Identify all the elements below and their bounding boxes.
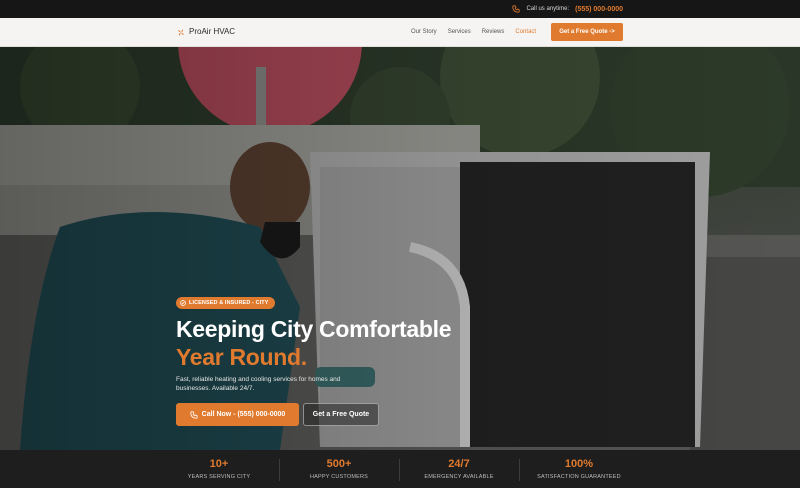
brand-logo[interactable]: ProAir HVAC bbox=[177, 27, 235, 36]
nav-item-reviews[interactable]: Reviews bbox=[482, 29, 505, 35]
nav-item-our-story[interactable]: Our Story bbox=[411, 29, 437, 35]
stat-value: 500+ bbox=[326, 458, 352, 470]
brand-name: ProAir HVAC bbox=[189, 27, 236, 36]
stat-customers: 500+ HAPPY CUSTOMERS bbox=[279, 450, 399, 488]
nav-menu: Our Story Services Reviews Contact bbox=[411, 29, 536, 35]
hero-subtitle: Fast, reliable heating and cooling servi… bbox=[176, 376, 341, 392]
stat-satisfaction: 100% SATISFACTION GUARANTEED bbox=[519, 450, 639, 488]
stats-bar: 10+ YEARS SERVING CITY 500+ HAPPY CUSTOM… bbox=[0, 450, 800, 488]
phone-icon bbox=[512, 5, 521, 13]
stat-label: HAPPY CUSTOMERS bbox=[309, 474, 369, 480]
topbar-phone-link[interactable]: (555) 000-0000 bbox=[575, 6, 623, 13]
hero-section: LICENSED & INSURED - CITY Keeping City C… bbox=[0, 47, 800, 450]
hero-title: Keeping City Comfortable bbox=[176, 316, 452, 342]
fan-icon bbox=[177, 28, 185, 36]
stat-emergency: 24/7 EMERGENCY AVAILABLE bbox=[399, 450, 519, 488]
badge-text: LICENSED & INSURED - CITY bbox=[189, 300, 269, 306]
free-quote-button[interactable]: Get a Free Quote bbox=[303, 403, 379, 426]
top-bar: Call us anytime: (555) 000-0000 bbox=[0, 0, 800, 18]
hero-title-accent: Year Round. bbox=[176, 344, 307, 370]
call-now-label: Call Now - (555) 000-0000 bbox=[201, 411, 286, 418]
stat-label: SATISFACTION GUARANTEED bbox=[537, 474, 621, 480]
stat-value: 24/7 bbox=[448, 458, 470, 470]
shield-icon bbox=[180, 300, 186, 306]
nav-quote-button[interactable]: Get a Free Quote -> bbox=[551, 23, 623, 41]
stat-label: EMERGENCY AVAILABLE bbox=[424, 474, 494, 480]
hero-overlay bbox=[0, 47, 800, 450]
call-now-button[interactable]: Call Now - (555) 000-0000 bbox=[176, 403, 299, 426]
stat-label: YEARS SERVING CITY bbox=[187, 474, 251, 480]
stat-value: 100% bbox=[564, 458, 594, 470]
nav-item-services[interactable]: Services bbox=[448, 29, 471, 35]
free-quote-label: Get a Free Quote bbox=[312, 411, 370, 418]
nav-item-contact[interactable]: Contact bbox=[515, 29, 536, 35]
phone-icon bbox=[190, 410, 198, 419]
call-us-label: Call us anytime: bbox=[526, 6, 570, 12]
main-nav: ProAir HVAC Our Story Services Reviews C… bbox=[0, 18, 800, 47]
stat-value: 10+ bbox=[209, 458, 229, 470]
stat-years: 10+ YEARS SERVING CITY bbox=[159, 450, 279, 488]
licensed-badge: LICENSED & INSURED - CITY bbox=[176, 297, 275, 309]
